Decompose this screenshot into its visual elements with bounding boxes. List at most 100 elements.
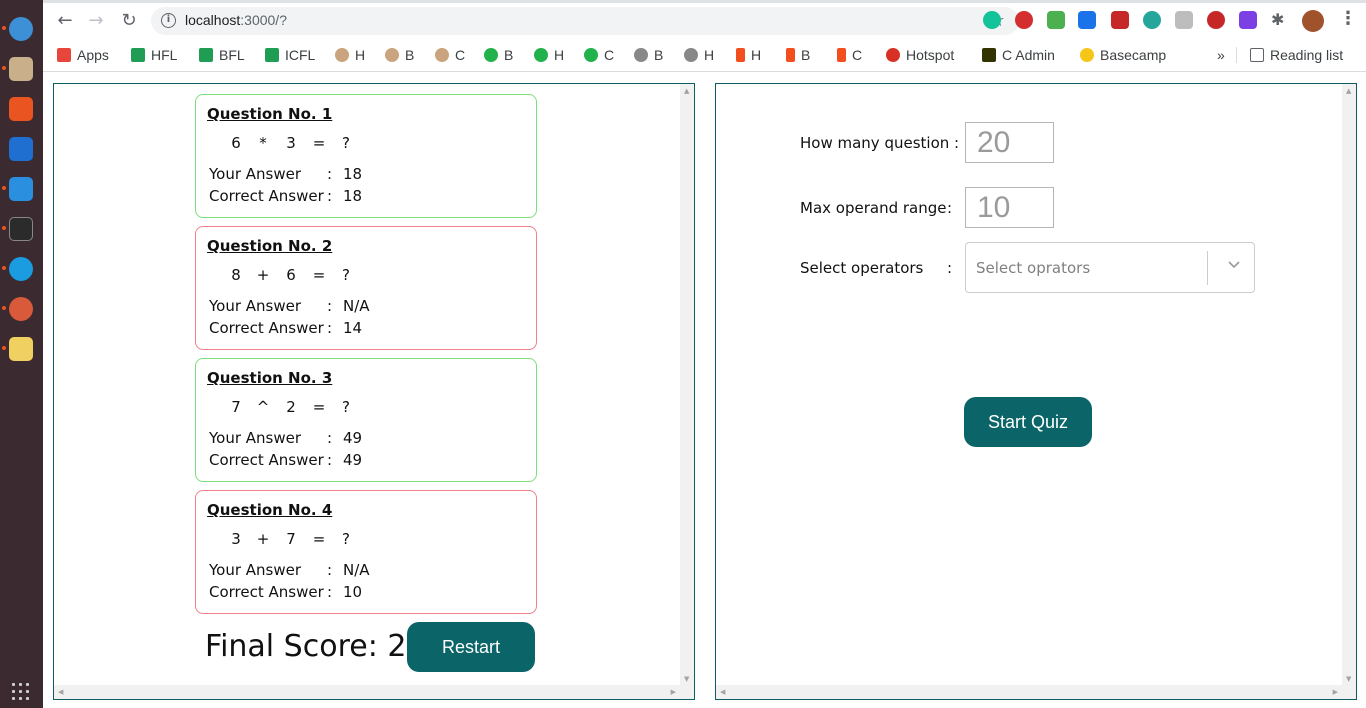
adblock-icon[interactable] bbox=[1015, 11, 1033, 29]
site-info-icon[interactable]: i bbox=[161, 13, 176, 28]
vpn-icon[interactable] bbox=[9, 137, 33, 161]
scroll-right-icon[interactable]: ▶ bbox=[1333, 688, 1338, 696]
equals-sign: = bbox=[312, 134, 326, 152]
bookmark-item[interactable]: B bbox=[484, 45, 513, 65]
chevron-down-icon[interactable] bbox=[1227, 257, 1241, 275]
bookmark-apps[interactable]: Apps bbox=[57, 45, 109, 65]
extension-icon[interactable] bbox=[1143, 11, 1161, 29]
correct-answer-value: 18 bbox=[343, 187, 363, 205]
bookmark-item[interactable]: H bbox=[534, 45, 564, 65]
terminal-icon[interactable] bbox=[9, 217, 33, 241]
bookmark-item[interactable]: B bbox=[786, 45, 810, 65]
operand-b: 2 bbox=[286, 398, 296, 416]
reading-list-button[interactable]: Reading list bbox=[1250, 45, 1343, 65]
reload-icon[interactable]: ↻ bbox=[117, 9, 141, 33]
colon: : bbox=[947, 259, 953, 277]
extension-icon[interactable] bbox=[1047, 11, 1065, 29]
correct-answer-label: Correct Answer bbox=[209, 451, 324, 469]
extension-icon[interactable] bbox=[1078, 11, 1096, 29]
question-mark: ? bbox=[342, 134, 350, 152]
scroll-left-icon[interactable]: ◀ bbox=[58, 688, 63, 696]
bookmark-item[interactable]: Hotspot bbox=[886, 45, 954, 65]
apps-grid-icon bbox=[57, 48, 71, 62]
vertical-scrollbar[interactable]: ▲ ▼ bbox=[1342, 84, 1356, 686]
bookmark-item[interactable]: C bbox=[837, 45, 862, 65]
extension-icon[interactable] bbox=[1207, 11, 1225, 29]
forward-icon[interactable]: → bbox=[84, 9, 108, 33]
question-card: Question No. 3 7 ^ 2 =? Your Answer:49 Corr… bbox=[195, 358, 537, 482]
bookmark-item[interactable]: C Admin bbox=[982, 45, 1055, 65]
text-editor-icon[interactable] bbox=[9, 337, 33, 361]
bookmark-item[interactable]: H bbox=[736, 45, 761, 65]
colon: : bbox=[327, 583, 333, 601]
vertical-scrollbar[interactable]: ▲ ▼ bbox=[680, 84, 694, 686]
start-quiz-button[interactable]: Start Quiz bbox=[964, 397, 1092, 447]
operator: + bbox=[256, 266, 270, 284]
show-apps-icon[interactable] bbox=[12, 683, 30, 701]
operator: ^ bbox=[256, 398, 270, 416]
scroll-up-icon[interactable]: ▲ bbox=[1346, 87, 1351, 95]
horizontal-scrollbar[interactable]: ◀ ▶ bbox=[54, 685, 694, 699]
your-answer-value: 18 bbox=[343, 165, 363, 183]
operator: * bbox=[259, 134, 267, 152]
operand-a: 8 bbox=[231, 266, 241, 284]
menu-icon[interactable]: ⋮ bbox=[1339, 8, 1357, 29]
operand-range-input[interactable]: 10 bbox=[965, 187, 1054, 228]
figma-icon bbox=[837, 48, 846, 62]
scroll-right-icon[interactable]: ▶ bbox=[671, 688, 676, 696]
operand-a: 6 bbox=[231, 134, 241, 152]
bookmark-item[interactable]: H bbox=[335, 45, 365, 65]
mcafee-icon[interactable] bbox=[1111, 11, 1129, 29]
bookmarks-overflow-button[interactable]: » bbox=[1217, 45, 1225, 65]
thunderbird-icon[interactable] bbox=[9, 17, 33, 41]
bookmark-item[interactable]: Basecamp bbox=[1080, 45, 1166, 65]
files-icon[interactable] bbox=[9, 57, 33, 81]
shield-icon[interactable] bbox=[1175, 11, 1193, 29]
grammarly-icon[interactable] bbox=[983, 11, 1001, 29]
extension-icon[interactable] bbox=[1239, 11, 1257, 29]
scroll-left-icon[interactable]: ◀ bbox=[720, 688, 725, 696]
results-panel: Question No. 1 6 * 3 =? Your Answer:18 Corr… bbox=[53, 83, 695, 700]
correct-answer-value: 10 bbox=[343, 583, 363, 601]
operators-select[interactable]: Select oprators bbox=[965, 242, 1255, 293]
colon: : bbox=[327, 297, 333, 315]
your-answer-row: Your Answer:49 bbox=[209, 429, 362, 447]
equals-sign: = bbox=[312, 266, 326, 284]
puzzle-icon[interactable]: ✱ bbox=[1271, 11, 1289, 29]
back-icon[interactable]: ← bbox=[53, 9, 77, 33]
correct-answer-label: Correct Answer bbox=[209, 583, 324, 601]
bookmark-item[interactable]: B bbox=[385, 45, 414, 65]
settings-icon[interactable] bbox=[9, 297, 33, 321]
bookmark-item[interactable]: B bbox=[634, 45, 663, 65]
bookmark-item[interactable]: C bbox=[435, 45, 465, 65]
restart-button[interactable]: Restart bbox=[407, 622, 535, 672]
scroll-up-icon[interactable]: ▲ bbox=[684, 87, 689, 95]
bookmark-item[interactable]: HFL bbox=[131, 45, 177, 65]
bookmark-item[interactable]: C bbox=[584, 45, 614, 65]
dock-active-dot bbox=[2, 66, 6, 70]
operand-a: 3 bbox=[231, 530, 241, 548]
bookmark-item[interactable]: ICFL bbox=[265, 45, 315, 65]
operand-b: 3 bbox=[286, 134, 296, 152]
settings-panel: How many question : 20 Max operand range… bbox=[715, 83, 1357, 700]
dock-active-dot bbox=[2, 186, 6, 190]
os-dock bbox=[0, 0, 43, 708]
address-bar[interactable]: i localhost:3000/? ☆ bbox=[151, 7, 1019, 35]
hotspot-icon bbox=[886, 48, 900, 62]
software-center-icon[interactable] bbox=[9, 97, 33, 121]
question-mark: ? bbox=[342, 398, 350, 416]
scroll-down-icon[interactable]: ▼ bbox=[1346, 675, 1351, 683]
horizontal-scrollbar[interactable]: ◀ ▶ bbox=[716, 685, 1356, 699]
bookmark-item[interactable]: BFL bbox=[199, 45, 245, 65]
operand-a: 7 bbox=[231, 398, 241, 416]
figma-icon bbox=[736, 48, 745, 62]
question-count-input[interactable]: 20 bbox=[965, 122, 1054, 163]
vscode-icon[interactable] bbox=[9, 177, 33, 201]
bookmark-item[interactable]: H bbox=[684, 45, 714, 65]
operand-b: 6 bbox=[286, 266, 296, 284]
avatar[interactable] bbox=[1302, 10, 1324, 32]
scroll-down-icon[interactable]: ▼ bbox=[684, 675, 689, 683]
question-card: Question No. 2 8 +6 =? Your Answer: N/A Cor… bbox=[195, 226, 537, 350]
skype-icon[interactable] bbox=[9, 257, 33, 281]
url-text[interactable]: localhost:3000/? bbox=[185, 12, 287, 28]
